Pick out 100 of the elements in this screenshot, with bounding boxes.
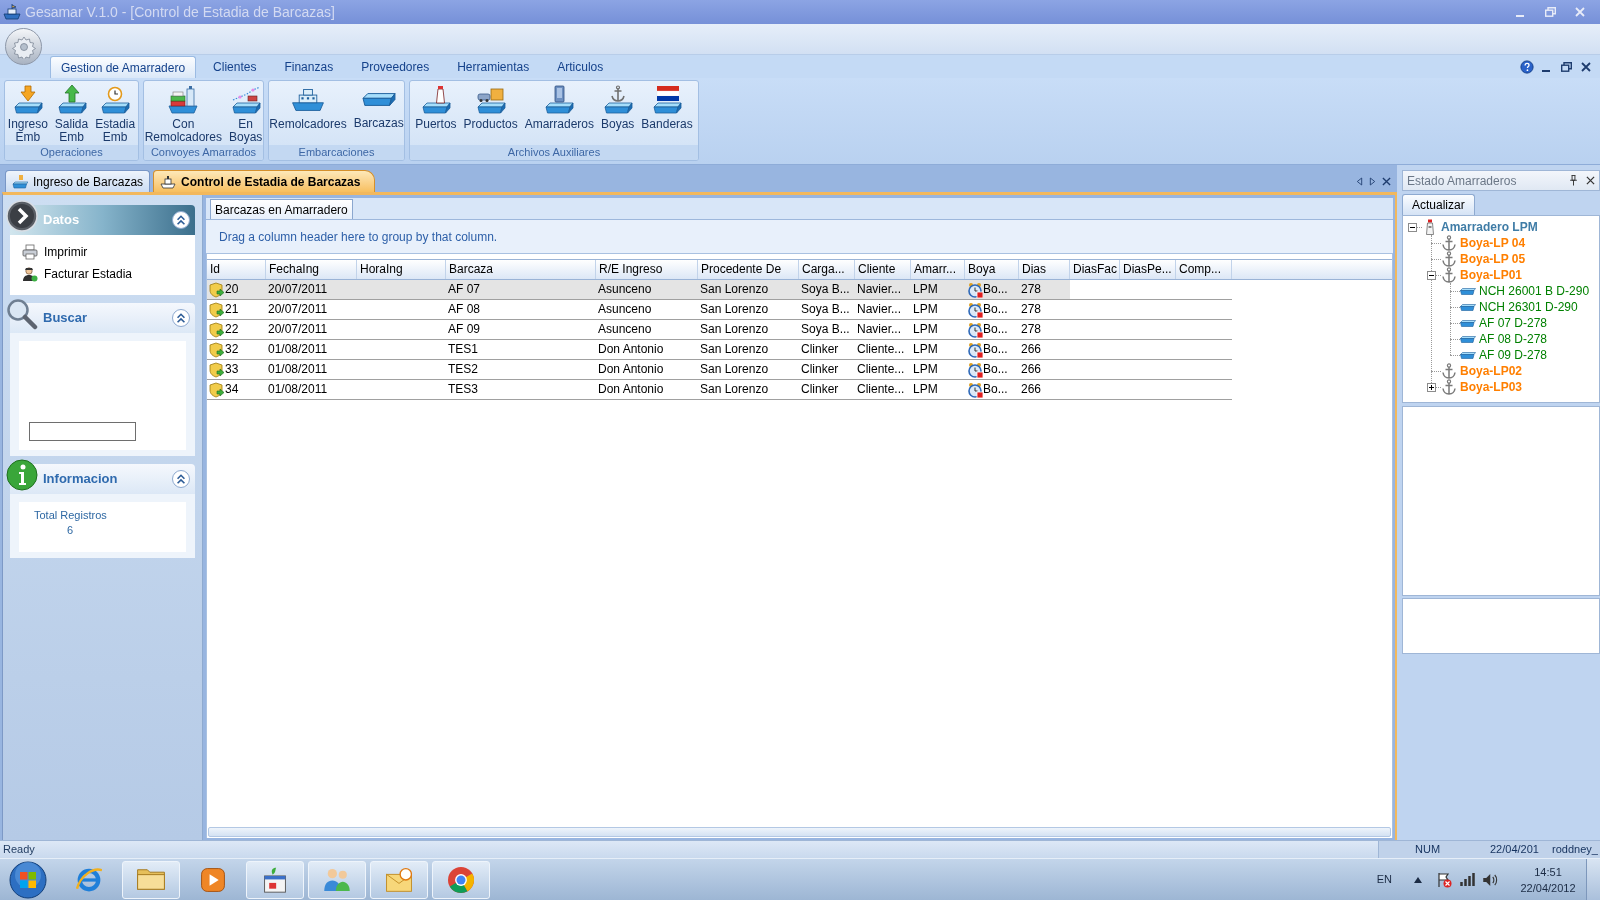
table-cell-text: San Lorenzo (700, 361, 769, 378)
info-value: 6 (67, 523, 75, 538)
taskbar-button[interactable] (246, 860, 304, 899)
ribbon-tab[interactable]: Articulos (546, 56, 615, 78)
show-desktop-button[interactable] (1586, 858, 1600, 900)
flag-icon[interactable] (1436, 871, 1452, 888)
table-cell-text: Asunceno (598, 281, 652, 298)
taskbar-button[interactable] (370, 860, 428, 899)
taskbar-button[interactable] (308, 860, 366, 899)
barge-icon (1460, 287, 1476, 295)
table-cell-text: AF 08 (448, 301, 480, 318)
table-cell-text: TES1 (448, 341, 478, 358)
pin-icon[interactable] (1569, 175, 1578, 186)
taskbar-button[interactable] (122, 860, 180, 899)
double-chevron-up-icon (177, 313, 185, 323)
close-icon[interactable] (1586, 176, 1595, 185)
barge-icon (1460, 351, 1476, 359)
language-indicator[interactable]: EN (1376, 871, 1392, 888)
ribbon-button[interactable]: Estadia Emb (92, 81, 138, 145)
column-header[interactable]: Comp... (1176, 260, 1232, 279)
shield-arrow-icon (209, 321, 225, 338)
ribbon-button[interactable]: Puertos (412, 81, 460, 145)
collapse-icon[interactable] (1408, 223, 1417, 232)
caret-up-icon[interactable] (1414, 876, 1422, 883)
barge-route-icon (229, 84, 262, 116)
collapse-button[interactable] (172, 211, 190, 229)
column-header[interactable]: Cliente (855, 260, 911, 279)
close-button[interactable] (1578, 60, 1594, 74)
alarm-clock-icon (967, 341, 983, 358)
document-tab[interactable]: Control de Estadia de Barcazas (153, 170, 376, 192)
ribbon-button[interactable]: Con Remolcadores (144, 81, 225, 145)
column-header[interactable]: FechaIng (266, 260, 357, 279)
table-cell-text: Bo... (983, 301, 1008, 318)
ribbon-button[interactable]: Salida Emb (51, 81, 92, 145)
table-cell-text: Don Antonio (598, 381, 664, 398)
grid-tab[interactable]: Barcazas en Amarradero (210, 199, 353, 219)
printer-icon (22, 244, 38, 260)
taskbar-button[interactable] (432, 860, 490, 899)
ribbon-button[interactable]: Banderas (638, 81, 696, 145)
ribbon-button[interactable]: Productos (460, 81, 521, 145)
table-cell-text: 20 (225, 281, 239, 298)
action-link[interactable]: Facturar Estadia (44, 265, 133, 283)
table-cell-text: Navier... (857, 321, 901, 338)
tree-item[interactable]: AF 07 D-278 (1479, 315, 1548, 331)
tree-item[interactable]: NCH 26001 B D-290 (1479, 283, 1590, 299)
table-cell-text: 278 (1021, 301, 1042, 318)
horizontal-scrollbar[interactable] (208, 827, 1391, 837)
ribbon-button[interactable]: Remolcadores (269, 81, 350, 145)
play-icon (201, 867, 225, 892)
scroll-left-icon[interactable] (1356, 176, 1363, 186)
volume-icon[interactable] (1483, 873, 1498, 886)
barge-arrow-icon (11, 84, 44, 116)
column-header[interactable]: HoraIng (357, 260, 446, 279)
ribbon-button[interactable]: En Boyas (226, 81, 263, 145)
ribbon-button[interactable]: Barcazas (350, 81, 404, 145)
table-cell-text: 266 (1021, 381, 1042, 398)
close-icon[interactable] (1382, 176, 1391, 186)
column-header[interactable]: R/E Ingreso (596, 260, 698, 279)
close-icon (1581, 62, 1591, 72)
help-icon[interactable] (1520, 60, 1534, 74)
barge-post-icon (543, 84, 576, 116)
ribbon-tab[interactable]: Clientes (202, 56, 268, 78)
ribbon-tab[interactable]: Gestion de Amarradero (50, 56, 197, 78)
table-cell-text: 22 (225, 321, 239, 338)
document-tab[interactable]: Ingreso de Barcazas (5, 170, 151, 192)
scroll-right-icon[interactable] (1369, 176, 1376, 186)
signal-icon[interactable] (1460, 873, 1475, 886)
ribbon-button[interactable]: Ingreso Emb (5, 81, 51, 145)
tree-item[interactable]: AF 08 D-278 (1479, 331, 1548, 347)
column-header[interactable]: DiasFac (1070, 260, 1120, 279)
restore-button[interactable] (1558, 60, 1574, 74)
column-header[interactable]: Procedente De (698, 260, 799, 279)
ribbon-button[interactable]: Boyas (598, 81, 638, 145)
refresh-button[interactable]: Actualizar (1402, 194, 1475, 215)
clock-time[interactable]: 14:51 (1534, 863, 1562, 880)
clock-date[interactable]: 22/04/2012 (1520, 879, 1576, 896)
tree-item[interactable]: Amarradero LPM (1441, 219, 1538, 235)
ribbon-button[interactable]: Amarraderos (521, 81, 597, 145)
column-header[interactable]: Id (207, 260, 266, 279)
table-cell-text: 21 (225, 301, 239, 318)
collapse-button[interactable] (172, 309, 190, 327)
tree-item[interactable]: AF 09 D-278 (1479, 347, 1548, 363)
column-header[interactable]: Dias (1019, 260, 1070, 279)
search-field[interactable] (29, 422, 136, 441)
ribbon-tab[interactable]: Finanzas (273, 56, 345, 78)
column-header[interactable]: Amarr... (911, 260, 965, 279)
column-header[interactable]: DiasPe... (1120, 260, 1176, 279)
action-link[interactable]: Imprimir (44, 243, 88, 261)
table-cell-text: TES3 (448, 381, 478, 398)
section-title: Informacion (43, 470, 118, 489)
expand-icon[interactable] (1427, 383, 1436, 392)
collapse-button[interactable] (172, 470, 190, 488)
ribbon-tab[interactable]: Proveedores (350, 56, 441, 78)
ribbon-tab[interactable]: Herramientas (446, 56, 541, 78)
column-header[interactable]: Boya (965, 260, 1019, 279)
browser-icon (448, 866, 474, 893)
tree-item[interactable]: NCH 26301 D-290 (1479, 299, 1578, 315)
collapse-icon[interactable] (1427, 271, 1436, 280)
column-header[interactable]: Barcaza (446, 260, 596, 279)
column-header[interactable]: Carga... (799, 260, 855, 279)
